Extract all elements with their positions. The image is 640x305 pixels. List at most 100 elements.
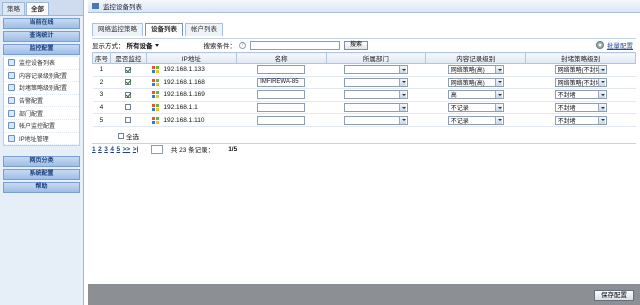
search-label: 搜索条件： (203, 43, 237, 50)
search-button[interactable]: 搜索 (344, 40, 369, 50)
sidebar-section-monitor[interactable]: 监控配置 (3, 44, 80, 55)
content-level-select[interactable]: 高 (447, 90, 504, 100)
batch-config-label: 批量配置 (607, 43, 633, 50)
sidebar-item-account-monitor[interactable]: 帐户监控配置 (4, 120, 79, 133)
ip-cell: 192.168.1.168 (146, 76, 237, 90)
dept-cell (326, 113, 426, 127)
sidebar-item-label: 部门配置 (19, 111, 44, 118)
column-header-content-level[interactable]: 内容记录级别 (425, 52, 527, 64)
sidebar-section-help[interactable]: 帮助 (3, 182, 80, 194)
dept-select[interactable] (343, 90, 408, 100)
page-link-2[interactable]: 2 (98, 146, 102, 153)
block-level-select[interactable]: 网络策略(不封堵) (554, 77, 607, 87)
windows-icon (152, 66, 160, 74)
display-mode-dropdown[interactable]: 所有设备 (127, 40, 153, 50)
device-name-input[interactable] (257, 65, 306, 75)
column-header-ip[interactable]: IP地址 (145, 52, 237, 64)
page-jump-input[interactable] (150, 144, 163, 154)
sidebar-item-ip-manage[interactable]: IP地址管理 (4, 133, 79, 146)
content-level-select[interactable]: 不记录 (447, 115, 504, 125)
chevron-down-icon (598, 91, 606, 99)
monitor-checkbox[interactable] (125, 104, 132, 111)
page-link-4[interactable]: 4 (110, 146, 114, 153)
ip-address: 192.168.1.169 (163, 91, 205, 99)
chevron-down-icon[interactable] (154, 43, 159, 47)
sidebar-item-device-list[interactable]: 监控设备列表 (4, 57, 79, 70)
block-level-select[interactable]: 不封堵 (554, 115, 607, 125)
sidebar-item-block-level[interactable]: 封堵策略级别配置 (4, 82, 79, 95)
search-input[interactable] (250, 40, 340, 50)
device-name-input[interactable]: IMFIREWA-85 (257, 77, 306, 87)
sidebar-item-department[interactable]: 部门配置 (4, 107, 79, 120)
batch-config-link[interactable]: 批量配置 (596, 40, 633, 50)
ip-address-icon (8, 134, 15, 142)
content-level-cell: 高 (425, 88, 526, 102)
block-level-select[interactable]: 网络策略(不封堵) (554, 65, 607, 75)
content-level-select[interactable]: 不记录 (447, 103, 504, 113)
page-last-link[interactable]: >| (133, 146, 139, 153)
sidebar-tab-all[interactable]: 全部 (26, 2, 49, 15)
sidebar-item-label: IP地址管理 (19, 136, 49, 143)
chevron-down-icon (399, 104, 407, 112)
sidebar-tab-policy[interactable]: 策略 (2, 2, 25, 15)
sidebar-section-web-category[interactable]: 网页分类 (3, 156, 80, 168)
sidebar-item-alert[interactable]: 告警配置 (4, 95, 79, 108)
ip-address: 192.168.1.110 (163, 116, 205, 124)
sidebar-section-query[interactable]: 查询统计 (3, 31, 80, 42)
page-link-3[interactable]: 3 (104, 146, 108, 153)
select-all-checkbox[interactable] (118, 133, 124, 139)
select-all[interactable]: 全选 (118, 131, 139, 141)
sidebar: 策略 全部 当前在线 查询统计 监控配置 监控设备列表 内容记录级别配置 封堵策… (0, 0, 84, 305)
block-level-select[interactable]: 不封堵 (554, 103, 607, 113)
ip-address: 192.168.1.1 (163, 104, 198, 112)
select-all-label: 全选 (126, 134, 139, 141)
block-level-select[interactable]: 不封堵 (554, 90, 607, 100)
table-row: 3 192.168.1.169 高 不封堵 (92, 88, 636, 102)
block-level-cell: 不封堵 (525, 101, 636, 115)
page-link-5[interactable]: 5 (117, 146, 121, 153)
sidebar-section-online[interactable]: 当前在线 (3, 18, 80, 29)
tab-network-policy[interactable]: 网络监控策略 (92, 23, 143, 36)
content-level-value: 不记录 (450, 106, 469, 113)
block-level-value: 不封堵 (557, 93, 576, 100)
dept-select[interactable] (343, 115, 408, 125)
page-link-1[interactable]: 1 (92, 146, 96, 153)
tab-account-list[interactable]: 帐户列表 (185, 23, 223, 36)
account-icon (8, 122, 15, 130)
dept-select[interactable] (343, 65, 408, 75)
sidebar-item-label: 帐户监控配置 (19, 124, 56, 131)
windows-icon (152, 116, 160, 124)
column-header-name[interactable]: 名称 (235, 52, 327, 64)
device-name-input[interactable] (257, 90, 306, 100)
help-icon[interactable]: ? (239, 41, 246, 49)
sidebar-tabs: 策略 全部 (0, 0, 83, 16)
block-level-value: 网络策略(不封堵) (557, 68, 599, 75)
sidebar-item-content-level[interactable]: 内容记录级别配置 (4, 70, 79, 83)
page-next-link[interactable]: >> (123, 146, 131, 153)
monitor-checkbox[interactable] (125, 116, 132, 123)
block-level-icon (8, 84, 15, 92)
column-header-block-level[interactable]: 封堵策略级别 (525, 52, 636, 64)
content-level-cell: 不记录 (425, 101, 526, 115)
content-level-select[interactable]: 网络策略(高) (447, 65, 504, 75)
content-level-cell: 不记录 (425, 113, 526, 127)
monitor-checkbox[interactable] (125, 91, 132, 98)
column-header-dept[interactable]: 所属部门 (325, 52, 427, 64)
content-level-select[interactable]: 网络策略(高) (447, 77, 504, 87)
tab-device-list[interactable]: 设备列表 (145, 23, 183, 36)
gear-icon (596, 41, 604, 49)
save-config-button[interactable]: 保存配置 (594, 290, 634, 301)
sidebar-item-label: 封堵策略级别配置 (19, 86, 68, 93)
device-name-input[interactable] (257, 115, 306, 125)
dept-select[interactable] (343, 77, 408, 87)
block-level-cell: 不封堵 (525, 88, 636, 102)
windows-icon (152, 91, 160, 99)
monitor-checkbox[interactable] (125, 79, 132, 86)
chevron-down-icon (399, 66, 407, 74)
column-header-monitor[interactable]: 是否监控 (109, 52, 147, 64)
device-name-input[interactable] (257, 103, 306, 113)
dept-select[interactable] (343, 103, 408, 113)
windows-icon (152, 103, 160, 111)
sidebar-section-system[interactable]: 系统配置 (3, 169, 80, 181)
monitor-checkbox[interactable] (125, 66, 132, 73)
